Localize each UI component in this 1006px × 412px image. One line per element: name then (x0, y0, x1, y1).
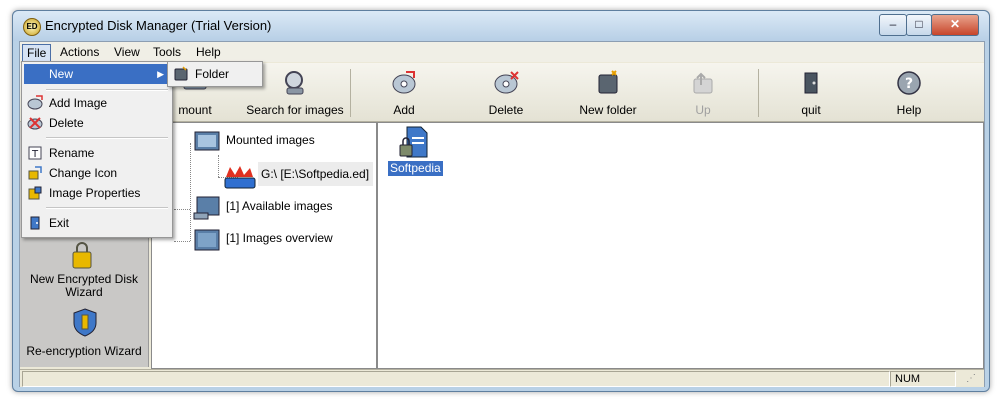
title-bar[interactable]: ED Encrypted Disk Manager (Trial Version… (13, 11, 989, 41)
exit-label: Exit (49, 216, 70, 230)
delete-label: Delete (488, 103, 524, 117)
delete-label: Delete (49, 116, 84, 130)
menu-separator (46, 207, 168, 209)
search-images-label: Search for images (246, 103, 344, 117)
available-images-icon (193, 196, 220, 220)
search-icon (285, 71, 304, 95)
add-button[interactable]: Add (356, 63, 452, 121)
file-menu-dropdown: New ▶ Add Image Delete T Rename Change I… (21, 61, 173, 238)
app-icon: ED (23, 18, 41, 36)
file-item[interactable]: Softpedia (384, 125, 444, 177)
menu-separator (46, 89, 168, 91)
change-icon-icon (28, 166, 42, 180)
quit-door-icon (804, 72, 818, 94)
menu-help[interactable]: Help (192, 44, 225, 60)
menu-item-new[interactable]: New ▶ (24, 64, 170, 84)
image-properties-label: Image Properties (49, 186, 141, 200)
new-disk-wizard-label[interactable]: New Encrypted Disk Wizard (20, 273, 148, 299)
menu-item-change-icon[interactable]: Change Icon (24, 163, 170, 183)
status-bar: NUM ⋰ (20, 369, 984, 387)
reencryption-wizard-label[interactable]: Re-encryption Wizard (20, 345, 148, 358)
menu-actions[interactable]: Actions (56, 44, 103, 60)
shield-key-icon[interactable] (72, 307, 98, 337)
menu-view[interactable]: View (110, 44, 144, 60)
delete-button[interactable]: Delete (458, 63, 554, 121)
menu-item-rename[interactable]: T Rename (24, 143, 170, 163)
menu-item-new-label: New (49, 67, 74, 81)
svg-text:?: ? (905, 76, 913, 92)
help-label: Help (896, 103, 922, 117)
new-folder-icon (598, 70, 618, 94)
up-label: Up (695, 103, 711, 117)
delete-image-icon (27, 117, 43, 130)
help-button[interactable]: ? Help (866, 63, 952, 121)
change-icon-label: Change Icon (49, 166, 118, 180)
file-item-label: Softpedia (388, 161, 443, 176)
menu-item-add-image[interactable]: Add Image (24, 93, 170, 113)
status-message (22, 371, 890, 387)
new-folder-button[interactable]: New folder (560, 63, 656, 121)
up-button[interactable]: Up (660, 63, 746, 121)
add-image-label: Add Image (49, 96, 108, 110)
exit-door-icon (30, 216, 40, 230)
svg-text:T: T (31, 149, 39, 160)
folder-label: Folder (195, 67, 230, 81)
maximize-button[interactable]: □ (906, 14, 932, 36)
tree-line (174, 241, 190, 242)
tree-line (218, 155, 219, 177)
tree-item-overview[interactable]: [1] Images overview (226, 231, 333, 245)
add-disk-icon (392, 71, 416, 94)
lock-wizard-icon[interactable] (70, 242, 94, 270)
tree-item-mounted-drive[interactable]: G:\ [E:\Softpedia.ed] (258, 162, 373, 186)
help-icon: ? (897, 71, 921, 95)
mounted-drive-icon (224, 166, 256, 189)
encrypted-file-icon (399, 126, 428, 158)
close-button[interactable]: ✕ (931, 14, 979, 36)
image-properties-icon (28, 186, 42, 200)
minimize-button[interactable]: – (879, 14, 907, 36)
new-folder-label: New folder (579, 103, 637, 117)
resize-grip-icon[interactable]: ⋰ (966, 373, 976, 384)
rename-icon: T (28, 146, 42, 160)
menu-file[interactable]: File (22, 44, 52, 62)
rename-label: Rename (49, 146, 95, 160)
submenu-arrow-icon: ▶ (157, 69, 164, 79)
delete-disk-icon (494, 71, 519, 94)
menu-tools[interactable]: Tools (149, 44, 185, 60)
window-title: Encrypted Disk Manager (Trial Version) (45, 18, 272, 33)
tree-item-mounted[interactable]: Mounted images (226, 133, 315, 147)
quit-button[interactable]: quit (768, 63, 854, 121)
folder-icon (174, 66, 188, 81)
menu-item-delete[interactable]: Delete (24, 113, 170, 133)
tree-line (190, 143, 191, 241)
menu-item-image-properties[interactable]: Image Properties (24, 183, 170, 203)
up-folder-icon (693, 72, 713, 94)
new-submenu: Folder (167, 61, 263, 87)
images-overview-icon (194, 229, 220, 251)
tree-item-available[interactable]: [1] Available images (226, 199, 333, 213)
tree-line (174, 209, 190, 210)
file-list: Softpedia (377, 122, 984, 369)
num-lock-indicator: NUM (890, 371, 956, 387)
add-label: Add (393, 103, 415, 117)
menu-bar: File Actions View Tools Help (20, 42, 984, 62)
toolbar-separator (350, 69, 351, 117)
menu-separator (46, 137, 168, 139)
menu-item-exit[interactable]: Exit (24, 213, 170, 233)
submenu-item-folder[interactable]: Folder (170, 64, 260, 84)
image-tree: Mounted images G:\ [E:\Softpedia.ed] [1]… (151, 122, 377, 369)
mounted-images-icon (194, 131, 220, 151)
quit-label: quit (801, 103, 821, 117)
add-image-icon (27, 95, 43, 110)
toolbar-separator (758, 69, 759, 117)
